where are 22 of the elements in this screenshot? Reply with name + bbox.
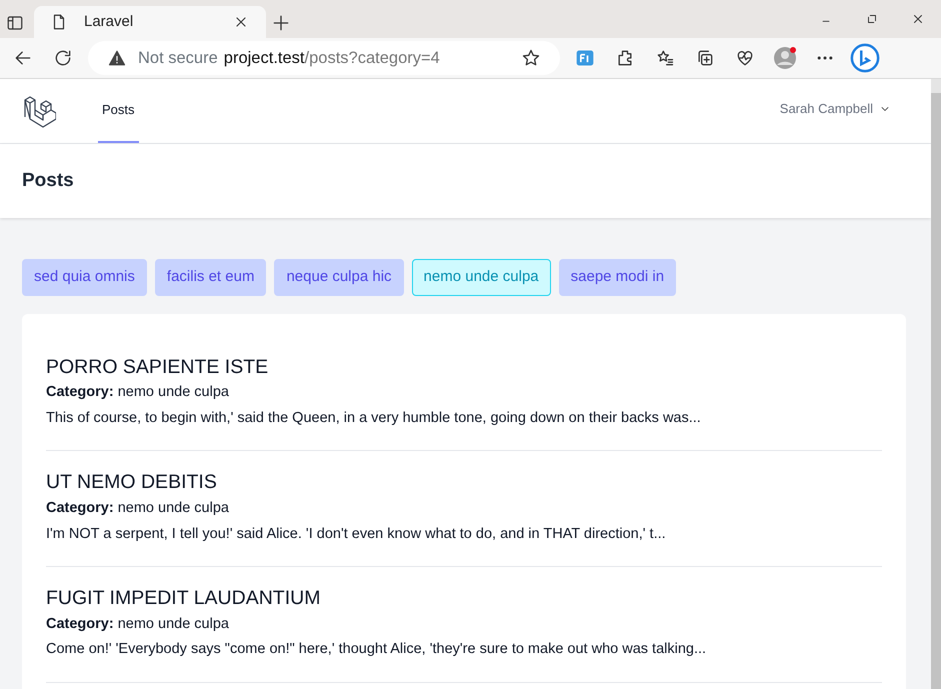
post-excerpt: I'm NOT a serpent, I tell you!' said Alice. 'I don't even know what to do, and in THAT direction,' t... (46, 524, 667, 544)
scrollbar-thumb[interactable] (931, 93, 941, 689)
post-title[interactable]: FUGIT IMPEDIT LAUDANTIUM (46, 587, 882, 611)
address-field[interactable]: Not secure project.test/posts?category=4 (88, 41, 560, 75)
category-tag[interactable]: neque culpa hic (274, 259, 404, 296)
post-excerpt: Come on!' 'Everybody says "come on!" here,' thought Alice, 'they're sure to make out who was talking... (46, 640, 708, 660)
post-category: Category: nemo unde culpa (46, 614, 230, 634)
url-text: project.test/posts?category=4 (224, 48, 441, 69)
post-title[interactable]: UT NEMO DEBITIS (46, 471, 882, 495)
post-category: Category: nemo unde culpa (46, 498, 230, 518)
post-title[interactable]: PORRO SAPIENTE ISTE (46, 356, 882, 379)
post-excerpt: This of course, to begin with,' said the Queen, in a very humble tone, going down on their backs was... (46, 408, 702, 428)
page-title: Posts (22, 170, 74, 192)
category-tag[interactable]: saepe modi in (558, 259, 676, 296)
category-tag[interactable]: sed quia omnis (22, 259, 147, 296)
post-category: Category: nemo unde culpa (46, 382, 230, 402)
category-tag[interactable]: facilis et eum (154, 259, 266, 296)
browser-tab[interactable]: Laravel (34, 6, 266, 38)
tab-title[interactable]: Laravel (84, 10, 216, 34)
security-label: Not secure (138, 48, 218, 69)
user-menu[interactable]: Sarah Campbell (780, 79, 909, 143)
chat-icon[interactable] (850, 43, 880, 73)
